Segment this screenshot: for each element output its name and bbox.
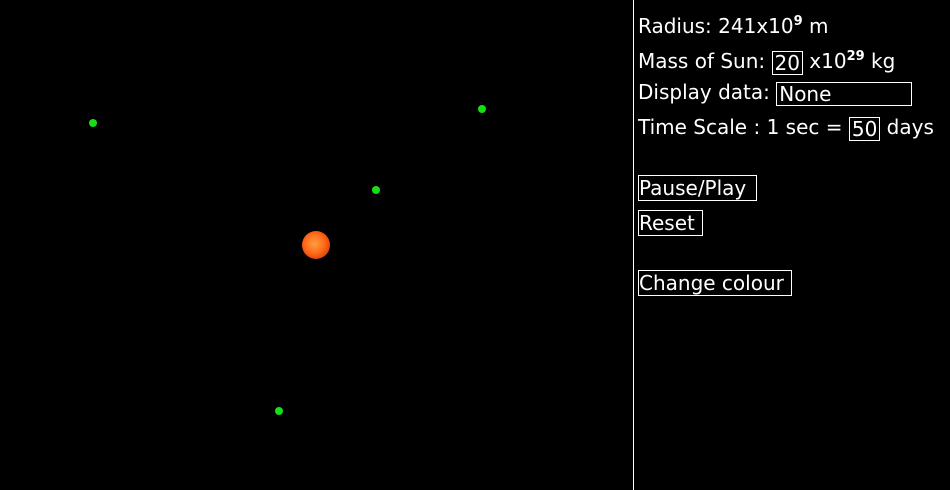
panel-divider [633,0,634,490]
planet-3 [372,186,380,194]
change-colour-button[interactable]: Change colour [638,270,792,296]
reset-button[interactable]: Reset [638,210,703,236]
radius-unit: m [802,14,829,38]
radius-label: Radius: 241x10 [638,14,794,38]
pause-play-button[interactable]: Pause/Play [638,175,757,201]
mass-unit-prefix: x10 [802,49,847,73]
simulation-canvas[interactable] [0,0,633,490]
mass-row: Mass of Sun: 20 x1029 kg [638,44,896,75]
time-scale-unit: days [880,115,934,139]
planet-1 [89,119,97,127]
display-data-select[interactable]: None [776,81,913,106]
time-scale-input[interactable]: 50 [848,116,881,141]
planet-4 [275,407,283,415]
mass-input[interactable]: 20 [771,50,803,75]
control-panel: Radius: 241x109 m Mass of Sun: 20 x1029 … [638,0,950,490]
mass-unit-exponent: 29 [846,49,865,64]
planet-2 [478,105,486,113]
time-scale-row: Time Scale : 1 sec = 50 days [638,114,934,141]
radius-readout: Radius: 241x109 m [638,9,829,38]
display-label: Display data: [638,80,777,104]
radius-exponent: 9 [793,14,803,29]
mass-label: Mass of Sun: [638,49,772,73]
sun [302,231,330,259]
display-row: Display data: None [638,79,913,106]
time-scale-label: Time Scale : 1 sec = [638,115,849,139]
mass-unit-suffix: kg [864,49,896,73]
